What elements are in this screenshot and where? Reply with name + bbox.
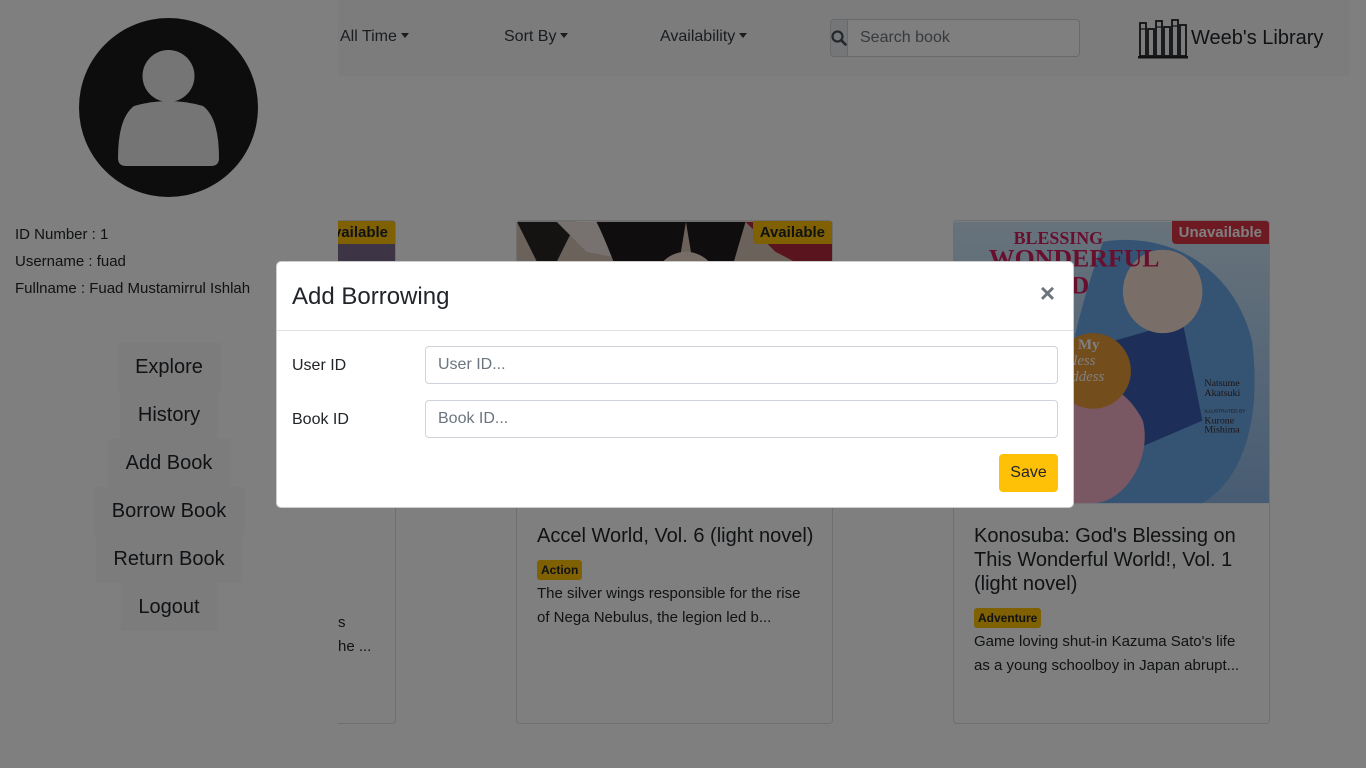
- book-id-label: Book ID: [292, 411, 349, 428]
- book-id-input[interactable]: [425, 400, 1058, 438]
- save-button[interactable]: Save: [999, 454, 1058, 492]
- close-button[interactable]: ×: [1040, 279, 1055, 307]
- add-borrowing-modal: Add Borrowing × User ID Book ID Save: [276, 261, 1074, 508]
- modal-title: Add Borrowing: [292, 283, 450, 310]
- user-id-label: User ID: [292, 357, 347, 374]
- user-id-input[interactable]: [425, 346, 1058, 384]
- modal-header: Add Borrowing ×: [277, 262, 1073, 331]
